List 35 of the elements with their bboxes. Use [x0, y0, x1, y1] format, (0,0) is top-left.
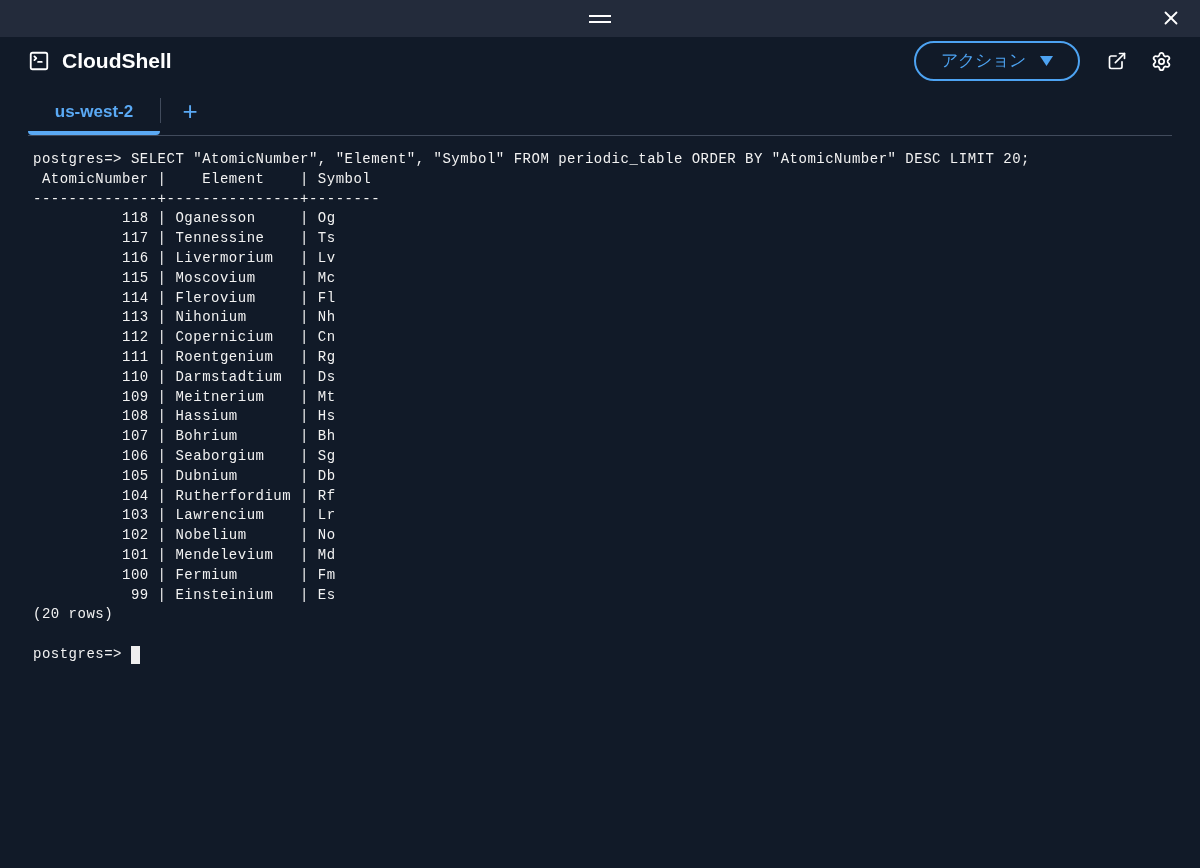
terminal-line: 114 | Flerovium | Fl	[121, 288, 336, 308]
terminal-line: 118 | Oganesson | Og	[121, 209, 336, 229]
terminal-line: 105 | Dubnium | Db	[121, 466, 336, 486]
terminal-line: --------------+---------------+--------	[33, 189, 381, 209]
terminal-line: 107 | Bohrium | Bh	[121, 427, 336, 447]
terminal-line: (20 rows)	[33, 605, 114, 625]
terminal-line: 116 | Livermorium | Lv	[121, 249, 336, 268]
new-tab-button[interactable]: +	[161, 92, 219, 135]
terminal-line: 115 | Moscovium | Mc	[121, 268, 336, 288]
actions-button[interactable]: アクション	[914, 41, 1080, 81]
terminal-line: 102 | Nobelium | No	[121, 526, 336, 546]
terminal-line: 103 | Lawrencium | Lr	[121, 506, 336, 526]
terminal-line: 100 | Fermium | Fm	[121, 565, 336, 585]
terminal-icon	[28, 50, 50, 72]
terminal-line: 104 | Rutherfordium | Rf	[121, 486, 336, 506]
terminal-line: 109 | Meitnerium | Mt	[121, 387, 336, 407]
external-link-icon[interactable]	[1107, 51, 1127, 71]
terminal-line: 111 | Roentgenium | Rg	[121, 347, 336, 367]
terminal-line: 101 | Mendelevium | Md	[121, 545, 336, 565]
settings-icon[interactable]	[1151, 50, 1172, 72]
terminal-prompt: postgres=>	[33, 644, 123, 664]
terminal-line: 113 | Nihonium | Nh	[121, 308, 336, 328]
tab[interactable]: us-west-2	[28, 92, 160, 135]
app-title: CloudShell	[62, 48, 172, 75]
cursor	[130, 645, 140, 664]
terminal-line: AtomicNumber | Element | Symbol	[40, 169, 372, 189]
drag-handle-icon[interactable]	[589, 13, 611, 24]
caret-icon	[1040, 56, 1053, 66]
terminal-line: postgres=> SELECT "AtomicNumber", "Element", "Symbol" FROM periodic_table ORDER BY "AtomicNumber" DESC LIMIT 20;	[33, 150, 1030, 169]
terminal-line: 112 | Copernicium | Cn	[121, 328, 336, 348]
terminal-line: 99 | Einsteinium | Es	[129, 585, 336, 605]
terminal-line: 106 | Seaborgium | Sg	[121, 446, 336, 466]
terminal-line: 108 | Hassium | Hs	[121, 407, 336, 427]
terminal-line: 117 | Tennessine | Ts	[121, 229, 336, 249]
terminal-line: 110 | Darmstadtium | Ds	[121, 367, 336, 387]
